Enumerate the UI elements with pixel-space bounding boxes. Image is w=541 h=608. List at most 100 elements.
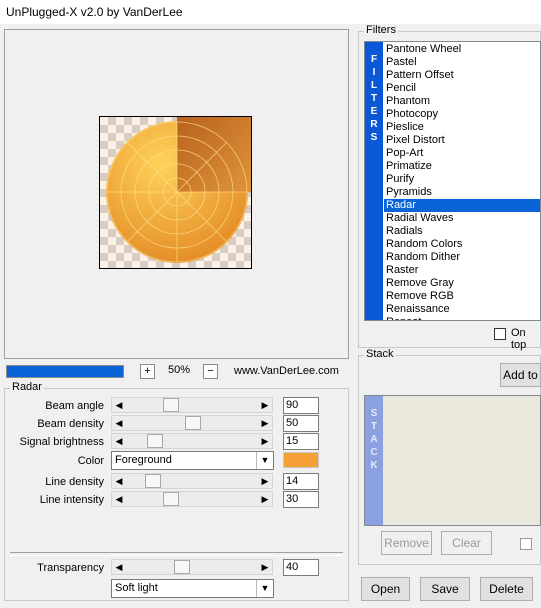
add-to-stack-button[interactable]: Add to (500, 363, 541, 387)
param-slider[interactable]: ◀ ▶ (111, 491, 273, 507)
title-bar: UnPlugged-X v2.0 by VanDerLee (0, 0, 541, 24)
vertical-label-letter: E (370, 106, 378, 117)
filter-list-item[interactable]: Remove RGB (384, 290, 540, 303)
filter-list-item[interactable]: Pixel Distort (384, 134, 540, 147)
remove-button[interactable]: Remove (381, 531, 432, 555)
radar-render (100, 117, 251, 268)
arrow-right-icon[interactable]: ▶ (258, 560, 272, 574)
filter-list-item[interactable]: Photocopy (384, 108, 540, 121)
filter-list-item[interactable]: Purify (384, 173, 540, 186)
param-value[interactable]: 90 (283, 397, 319, 414)
filter-list-item[interactable]: Radial Waves (384, 212, 540, 225)
zoom-level: 50% (168, 364, 191, 376)
filter-list-item[interactable]: Pop-Art (384, 147, 540, 160)
transparency-label: Transparency (37, 562, 104, 574)
filter-list-item[interactable]: Remove Gray (384, 277, 540, 290)
transparency-slider-thumb[interactable] (174, 560, 190, 574)
param-slider[interactable]: ◀ ▶ (111, 473, 273, 489)
filter-list-item[interactable]: Random Dither (384, 251, 540, 264)
param-slider-thumb[interactable] (163, 492, 179, 506)
transparency-slider[interactable]: ◀ ▶ (111, 559, 273, 575)
param-slider[interactable]: ◀ ▶ (111, 397, 273, 413)
website-link[interactable]: www.VanDerLee.com (234, 365, 339, 377)
vertical-label-letter: F (370, 54, 378, 65)
arrow-right-icon[interactable]: ▶ (258, 474, 272, 488)
arrow-right-icon[interactable]: ▶ (258, 492, 272, 506)
arrow-left-icon[interactable]: ◀ (112, 474, 126, 488)
arrow-right-icon[interactable]: ▶ (258, 416, 272, 430)
param-value[interactable]: 15 (283, 433, 319, 450)
save-button[interactable]: Save (420, 577, 470, 601)
stack-list[interactable]: STACK (364, 395, 541, 526)
filter-list-item[interactable]: Pieslice (384, 121, 540, 134)
filter-list-item[interactable]: Pantone Wheel (384, 43, 540, 56)
param-slider[interactable]: ◀ ▶ (111, 415, 273, 431)
filter-list-item[interactable]: Pyramids (384, 186, 540, 199)
window-title: UnPlugged-X v2.0 by VanDerLee (6, 5, 183, 19)
filter-list-item[interactable]: Radar (384, 199, 540, 212)
on-top-label: On top (511, 327, 527, 351)
param-slider-thumb[interactable] (163, 398, 179, 412)
filter-list-item[interactable]: Pencil (384, 82, 540, 95)
stack-vertical-tab: STACK (365, 396, 383, 525)
param-label: Line intensity (39, 494, 104, 506)
filters-group-label: Filters (364, 24, 398, 36)
param-slider-thumb[interactable] (146, 434, 163, 448)
arrow-left-icon[interactable]: ◀ (112, 492, 126, 506)
filter-list-item[interactable]: Primatize (384, 160, 540, 173)
arrow-left-icon[interactable]: ◀ (112, 416, 126, 430)
param-slider[interactable]: ◀ ▶ (111, 433, 273, 449)
vertical-label-letter: S (370, 132, 378, 143)
filter-list-item[interactable]: Radials (384, 225, 540, 238)
filter-list-item[interactable]: Raster (384, 264, 540, 277)
vertical-label-letter: T (370, 421, 378, 432)
color-label: Color (77, 455, 104, 467)
filter-list[interactable]: FILTERS Pantone Wheel Pastel Pattern Offse… (364, 41, 541, 321)
param-value[interactable]: 14 (283, 473, 319, 490)
vertical-label-letter: K (370, 460, 378, 471)
divider (10, 552, 343, 556)
arrow-left-icon[interactable]: ◀ (112, 560, 126, 574)
delete-button[interactable]: Delete (480, 577, 533, 601)
zoom-in-button[interactable]: + (140, 364, 155, 379)
params-group-label: Radar (10, 381, 44, 393)
filter-list-item[interactable]: Random Colors (384, 238, 540, 251)
open-button[interactable]: Open (361, 577, 410, 601)
clear-button[interactable]: Clear (441, 531, 492, 555)
param-value[interactable]: 50 (283, 415, 319, 432)
blend-mode-dropdown[interactable]: Soft light ▼ (111, 579, 274, 598)
blend-mode-value: Soft light (115, 582, 158, 594)
chevron-down-icon[interactable]: ▼ (256, 452, 273, 469)
zoom-out-button[interactable]: − (203, 364, 218, 379)
arrow-left-icon[interactable]: ◀ (112, 434, 126, 448)
color-swatch[interactable] (283, 452, 319, 468)
stack-checkbox[interactable] (520, 538, 532, 550)
param-label: Line density (45, 476, 104, 488)
color-dropdown[interactable]: Foreground ▼ (111, 451, 274, 470)
filter-list-item[interactable]: Pastel (384, 56, 540, 69)
arrow-left-icon[interactable]: ◀ (112, 398, 126, 412)
arrow-right-icon[interactable]: ▶ (258, 398, 272, 412)
filters-vertical-tab: FILTERS (365, 42, 383, 320)
on-top-checkbox[interactable] (494, 328, 506, 340)
vertical-label-letter: S (370, 408, 378, 419)
arrow-right-icon[interactable]: ▶ (258, 434, 272, 448)
color-dropdown-value: Foreground (115, 454, 172, 466)
vertical-label-letter: T (370, 93, 378, 104)
param-slider-thumb[interactable] (145, 474, 162, 488)
chevron-down-icon[interactable]: ▼ (256, 580, 273, 597)
param-label: Beam density (37, 418, 104, 430)
vertical-label-letter: C (370, 447, 378, 458)
stack-group-label: Stack (364, 348, 396, 360)
filter-list-item[interactable]: Renaissance (384, 303, 540, 316)
param-slider-thumb[interactable] (185, 416, 201, 430)
param-value[interactable]: 30 (283, 491, 319, 508)
transparency-value[interactable]: 40 (283, 559, 319, 576)
filter-list-item[interactable]: Repeat (384, 316, 540, 320)
progress-fill (7, 366, 123, 377)
vertical-label-letter: R (370, 119, 378, 130)
preview-image (99, 116, 252, 269)
filter-list-item[interactable]: Phantom (384, 95, 540, 108)
vertical-label-letter: A (370, 434, 378, 445)
filter-list-item[interactable]: Pattern Offset (384, 69, 540, 82)
